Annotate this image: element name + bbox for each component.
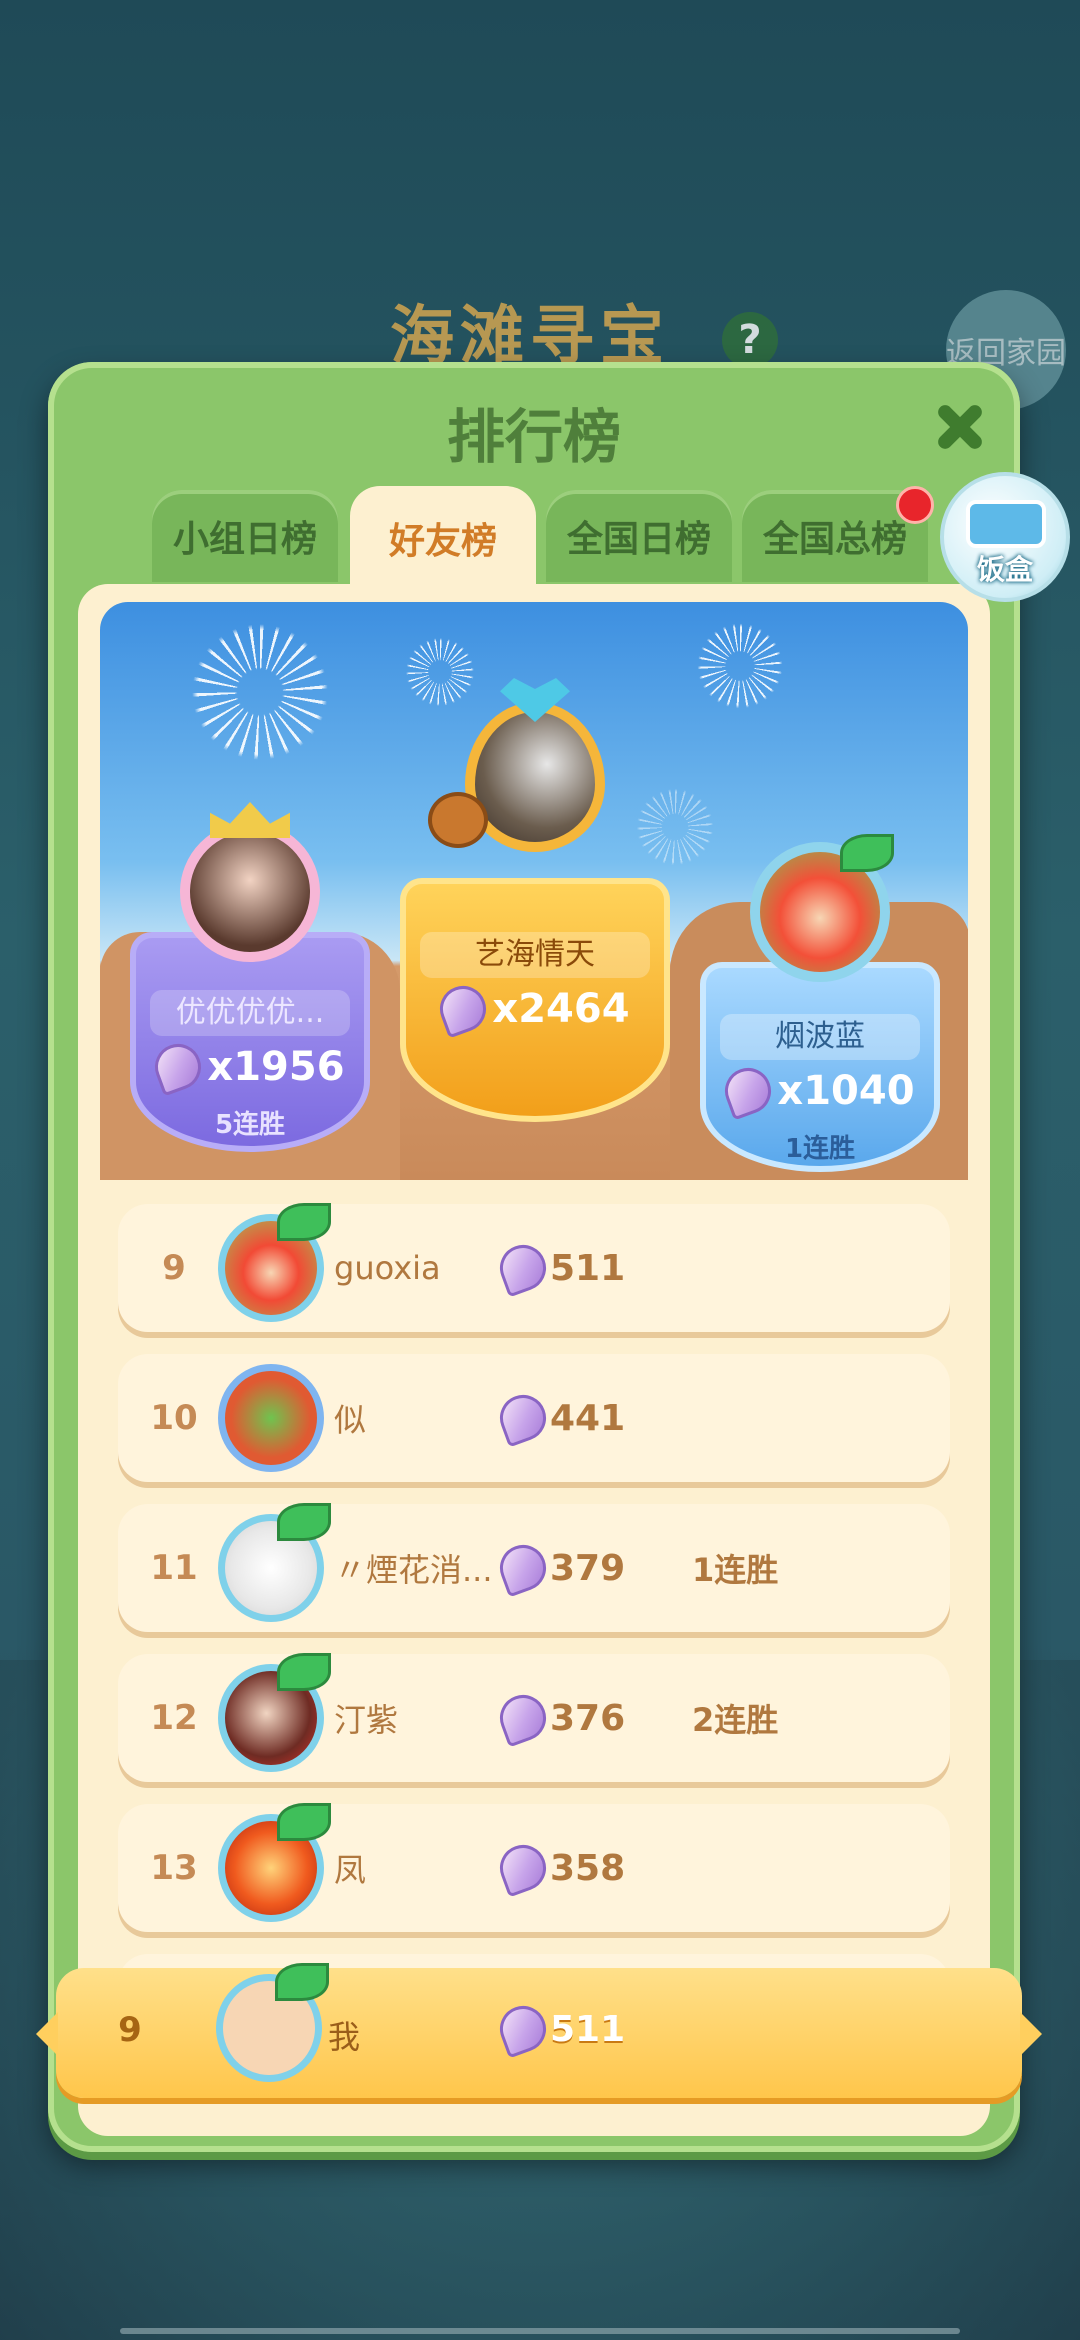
rank-number: 12	[150, 1698, 198, 1738]
shell-icon	[148, 1037, 208, 1097]
palm-leaf-icon	[277, 1803, 331, 1841]
lunchbox-label: 饭盒	[976, 553, 1033, 586]
player-name: guoxia	[334, 1249, 441, 1287]
notification-dot	[896, 486, 934, 524]
arrow-left-icon	[36, 2012, 58, 2056]
shell-icon	[493, 1999, 553, 2059]
palm-leaf-icon	[840, 834, 894, 872]
lunchbox-button[interactable]: 饭盒	[940, 472, 1070, 602]
rank-number: 11	[150, 1548, 198, 1588]
shell-icon	[718, 1061, 778, 1121]
avatar[interactable]	[218, 1653, 331, 1772]
avatar[interactable]	[180, 802, 320, 962]
home-indicator[interactable]	[120, 2328, 960, 2334]
shell-icon	[493, 1388, 553, 1448]
rank-number: 9	[162, 1248, 186, 1288]
avatar[interactable]	[218, 1803, 331, 1922]
win-streak: 1连胜	[784, 1134, 856, 1164]
my-score: 511	[493, 1999, 626, 2059]
score-value: 511	[550, 1247, 626, 1289]
close-icon[interactable]	[928, 394, 992, 458]
crown-icon	[210, 802, 290, 838]
arrow-right-icon	[1020, 2012, 1042, 2056]
my-name: 我	[328, 2018, 361, 2056]
win-streak: 5连胜	[214, 1110, 286, 1140]
firework-decoration	[400, 632, 480, 712]
shell-icon	[493, 1238, 553, 1298]
shell-icon	[493, 1838, 553, 1898]
player-name: 艺海情天	[420, 932, 650, 978]
win-streak: 1连胜	[692, 1551, 779, 1589]
player-score: 379	[493, 1538, 626, 1598]
player-score: x2464	[400, 979, 670, 1039]
tab-group-daily[interactable]: 小组日榜	[152, 490, 338, 582]
player-score: 441	[493, 1388, 626, 1448]
palm-leaf-icon	[277, 1503, 331, 1541]
palm-leaf-icon	[277, 1203, 331, 1241]
score-value: 379	[550, 1547, 626, 1589]
rank-number: 13	[150, 1848, 198, 1888]
firework-decoration	[180, 612, 340, 772]
score-value: x1040	[777, 1068, 915, 1114]
leaderboard-row[interactable]: 9 guoxia 511	[118, 1203, 950, 1332]
player-name: 优优优优...	[150, 990, 350, 1036]
player-name: 汀紫	[334, 1701, 399, 1739]
leaderboard-content[interactable]: 优优优优... x1956 5连胜 艺海情天 x2464 烟波蓝 x1040 1…	[78, 584, 990, 2136]
score-value: x2464	[492, 986, 630, 1032]
win-streak: 2连胜	[692, 1701, 779, 1739]
podium-third-place[interactable]: 烟波蓝 x1040 1连胜	[700, 834, 940, 1172]
score-value: 511	[550, 2008, 626, 2050]
leaderboard-panel: 排行榜 小组日榜 好友榜 全国日榜 全国总榜 优优优优... x1956 5连胜	[48, 362, 1020, 2152]
score-value: x1956	[207, 1044, 345, 1090]
tab-friends[interactable]: 好友榜	[350, 486, 536, 590]
panel-title: 排行榜	[446, 403, 621, 471]
my-rank-bar[interactable]: 9 我 511	[36, 1963, 1042, 2098]
avatar[interactable]	[218, 1364, 324, 1472]
bear-icon	[428, 792, 488, 848]
player-name: 〃煙花消...	[334, 1551, 493, 1589]
leaderboard-row[interactable]: 13 凤 358	[118, 1803, 950, 1932]
player-name: 凤	[334, 1851, 367, 1889]
score-value: 441	[550, 1397, 626, 1439]
palm-leaf-icon	[275, 1963, 329, 2001]
rank-number: 10	[150, 1398, 198, 1438]
leaderboard-row[interactable]: 10 似 441	[118, 1354, 950, 1482]
player-score: 358	[493, 1838, 626, 1898]
shell-icon	[493, 1688, 553, 1748]
avatar[interactable]	[218, 1203, 331, 1322]
shell-icon	[493, 1538, 553, 1598]
player-score: 376	[493, 1688, 626, 1748]
top-three-podium: 优优优优... x1956 5连胜 艺海情天 x2464 烟波蓝 x1040 1…	[100, 602, 968, 1180]
score-value: 358	[550, 1847, 626, 1889]
avatar[interactable]	[218, 1503, 331, 1622]
tab-national-daily[interactable]: 全国日榜	[546, 490, 732, 582]
background-help-icon: ?	[722, 312, 778, 368]
avatar[interactable]	[750, 834, 894, 982]
player-score: x1040	[700, 1061, 940, 1121]
my-rank-number: 9	[118, 2010, 142, 2050]
heart-crown-icon	[500, 678, 570, 722]
player-score: x1956	[130, 1037, 370, 1097]
leaderboard-row[interactable]: 12 汀紫 376 2连胜	[118, 1653, 950, 1782]
firework-decoration	[690, 616, 790, 716]
lunchbox-icon	[966, 500, 1046, 548]
player-score: 511	[493, 1238, 626, 1298]
podium-second-place[interactable]: 优优优优... x1956 5连胜	[130, 802, 370, 1152]
score-value: 376	[550, 1697, 626, 1739]
player-name: 烟波蓝	[720, 1014, 920, 1060]
my-avatar[interactable]	[216, 1963, 329, 2082]
player-name: 似	[334, 1401, 367, 1439]
palm-leaf-icon	[277, 1653, 331, 1691]
shell-icon	[433, 979, 493, 1039]
podium-first-place[interactable]: 艺海情天 x2464	[400, 678, 670, 1122]
leaderboard-row[interactable]: 11 〃煙花消... 379 1连胜	[118, 1503, 950, 1632]
